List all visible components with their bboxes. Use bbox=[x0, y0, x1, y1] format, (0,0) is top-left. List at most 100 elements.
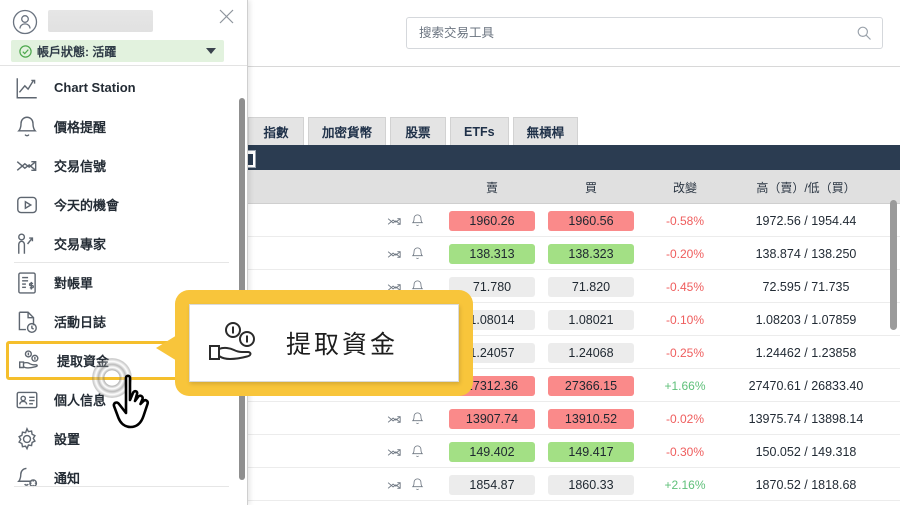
cell-change: -0.25% bbox=[665, 345, 705, 360]
cell-high-low: 13975.74 / 13898.14 bbox=[748, 411, 864, 426]
table-row[interactable]: 1960.26 1960.56 -0.58% 1972.56 / 1954.44 bbox=[248, 204, 900, 237]
cell-buy[interactable]: 1960.56 bbox=[543, 204, 639, 237]
table-header-row: 賣 買 改變 高（賣）/低（買） bbox=[248, 170, 900, 204]
cell-buy[interactable]: 71.820 bbox=[543, 270, 639, 303]
cell-sell[interactable]: 138.313 bbox=[444, 237, 540, 270]
tab-stocks[interactable]: 股票 bbox=[390, 117, 447, 145]
cell-buy[interactable]: 1.08021 bbox=[543, 303, 639, 336]
sidebar-menu: Chart Station 價格提醒 交易信號 今天的機會 交易專家 對帳單 活動日誌 提取資… bbox=[0, 66, 247, 497]
top-bar bbox=[248, 0, 900, 67]
cell-high-low: 27470.61 / 26833.40 bbox=[748, 378, 864, 393]
sidebar-item-5[interactable]: 交易專家 bbox=[0, 224, 247, 263]
buy-price[interactable]: 1860.33 bbox=[548, 474, 634, 495]
table-row[interactable]: 138.313 138.323 -0.20% 138.874 / 138.250 bbox=[248, 237, 900, 270]
signal-arrows-icon[interactable] bbox=[386, 411, 403, 428]
sidebar-item-4[interactable]: 今天的機會 bbox=[0, 185, 247, 224]
cell-change: -0.10% bbox=[665, 312, 705, 327]
sidebar-item-2[interactable]: 價格提醒 bbox=[0, 107, 247, 146]
chevron-down-icon[interactable] bbox=[206, 48, 216, 54]
instrument-tabs: 指數 加密貨幣 股票 ETFs 無槓桿 bbox=[248, 117, 579, 145]
bell-icon[interactable] bbox=[410, 411, 425, 428]
close-icon[interactable] bbox=[218, 8, 235, 25]
sidebar-scrollbar[interactable] bbox=[239, 98, 245, 480]
cell-buy[interactable]: 138.323 bbox=[543, 237, 639, 270]
buy-price[interactable]: 27366.15 bbox=[548, 375, 634, 396]
column-header-sell: 賣 bbox=[485, 180, 498, 195]
tab-etfs[interactable]: ETFs bbox=[450, 117, 509, 145]
buy-price[interactable]: 71.820 bbox=[548, 276, 634, 297]
tab-unleveraged[interactable]: 無槓桿 bbox=[512, 117, 579, 145]
bell-icon[interactable] bbox=[410, 444, 425, 461]
bell-icon[interactable] bbox=[410, 213, 425, 230]
cell-buy[interactable]: 1.24068 bbox=[543, 336, 639, 369]
cell-sell[interactable]: 13907.74 bbox=[444, 402, 540, 435]
cell-buy[interactable]: 1860.33 bbox=[543, 468, 639, 501]
cell-change: -0.20% bbox=[665, 246, 705, 261]
bell-icon[interactable] bbox=[410, 246, 425, 263]
document-clock-icon bbox=[14, 310, 40, 334]
sidebar-item-11[interactable]: 通知 bbox=[0, 458, 247, 497]
sidebar-item-label: Chart Station bbox=[54, 80, 136, 95]
callout-card: 提取資金 bbox=[189, 304, 459, 382]
sidebar-item-label: 對帳單 bbox=[54, 276, 94, 291]
cell-sell[interactable]: 1854.87 bbox=[444, 468, 540, 501]
account-status-badge[interactable]: 帳戶狀態: 活躍 bbox=[11, 40, 224, 62]
account-header: 帳戶狀態: 活躍 bbox=[0, 0, 247, 66]
row-action-icons bbox=[386, 245, 438, 263]
cell-sell[interactable]: 149.402 bbox=[444, 435, 540, 468]
table-row[interactable]: 1854.87 1860.33 +2.16% 1870.52 / 1818.68 bbox=[248, 468, 900, 501]
signal-arrows-icon[interactable] bbox=[386, 246, 403, 263]
cell-buy[interactable]: 13910.52 bbox=[543, 402, 639, 435]
search-box[interactable] bbox=[406, 17, 883, 49]
row-action-icons bbox=[386, 212, 438, 230]
tab-crypto[interactable]: 加密貨幣 bbox=[308, 117, 387, 145]
buy-price[interactable]: 1960.56 bbox=[548, 210, 634, 231]
cell-change: -0.58% bbox=[665, 213, 705, 228]
cell-high-low: 150.052 / 149.318 bbox=[755, 444, 857, 459]
sidebar-item-1[interactable]: Chart Station bbox=[0, 68, 247, 107]
id-card-icon bbox=[14, 388, 40, 412]
buy-price[interactable]: 1.08021 bbox=[548, 309, 634, 330]
bell-icon[interactable] bbox=[410, 477, 425, 494]
table-scrollbar[interactable] bbox=[890, 200, 897, 330]
sell-price[interactable]: 149.402 bbox=[449, 441, 535, 462]
cell-sell[interactable]: 1960.26 bbox=[444, 204, 540, 237]
column-header-change: 改變 bbox=[672, 180, 697, 195]
sell-price[interactable]: 1854.87 bbox=[449, 474, 535, 495]
bell-icon bbox=[14, 115, 40, 139]
sidebar-divider bbox=[14, 486, 229, 487]
cell-buy[interactable]: 27366.15 bbox=[543, 369, 639, 402]
signal-arrows-icon[interactable] bbox=[386, 444, 403, 461]
buy-price[interactable]: 138.323 bbox=[548, 243, 634, 264]
cell-high-low: 1.08203 / 1.07859 bbox=[755, 312, 857, 327]
sell-price[interactable]: 138.313 bbox=[449, 243, 535, 264]
table-row[interactable]: 149.402 149.417 -0.30% 150.052 / 149.318 bbox=[248, 435, 900, 468]
signal-arrows-icon[interactable] bbox=[386, 213, 403, 230]
column-header-high-low: 高（賣）/低（買） bbox=[756, 180, 856, 195]
cell-high-low: 138.874 / 138.250 bbox=[755, 246, 857, 261]
sidebar-item-label: 通知 bbox=[54, 471, 81, 486]
cell-buy[interactable]: 149.417 bbox=[543, 435, 639, 468]
hand-coins-icon bbox=[206, 318, 268, 368]
search-input[interactable] bbox=[407, 18, 847, 48]
document-dollar-icon bbox=[14, 271, 40, 295]
tab-indices[interactable]: 指數 bbox=[248, 117, 304, 145]
buy-price[interactable]: 1.24068 bbox=[548, 342, 634, 363]
account-status-label: 帳戶狀態: 活躍 bbox=[37, 44, 117, 59]
sidebar-item-label: 今天的機會 bbox=[54, 198, 120, 213]
row-action-icons bbox=[386, 410, 438, 428]
buy-price[interactable]: 149.417 bbox=[548, 441, 634, 462]
person-chart-icon bbox=[14, 232, 40, 256]
cell-change: -0.45% bbox=[665, 279, 705, 294]
cell-change: -0.02% bbox=[665, 411, 705, 426]
hand-coins-icon bbox=[17, 349, 43, 373]
row-action-icons bbox=[386, 476, 438, 494]
signal-arrows-icon[interactable] bbox=[386, 477, 403, 494]
sidebar-item-3[interactable]: 交易信號 bbox=[0, 146, 247, 185]
search-icon[interactable] bbox=[856, 25, 872, 41]
buy-price[interactable]: 13910.52 bbox=[548, 408, 634, 429]
row-action-icons bbox=[386, 443, 438, 461]
sell-price[interactable]: 13907.74 bbox=[449, 408, 535, 429]
sell-price[interactable]: 1960.26 bbox=[449, 210, 535, 231]
table-row[interactable]: 13907.74 13910.52 -0.02% 13975.74 / 13898.1… bbox=[248, 402, 900, 435]
